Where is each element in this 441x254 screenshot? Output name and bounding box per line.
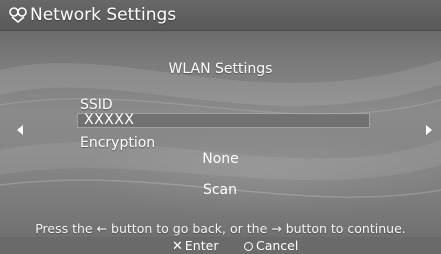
ssid-value: XXXXX [84,112,135,128]
section-heading: WLAN Settings [168,61,273,77]
cancel-button[interactable]: Cancel [244,237,298,254]
page-title: Network Settings [30,5,177,25]
scan-button[interactable]: Scan [180,180,260,200]
arrow-right-icon[interactable] [425,125,433,135]
enter-button[interactable]: ✕ Enter [172,237,218,254]
arrow-left-icon[interactable] [16,125,24,135]
cross-button-icon: ✕ [172,239,183,254]
cancel-label: Cancel [256,238,299,253]
navigation-hint: Press the ← button to go back, or the → … [0,221,441,237]
psp-screen: Network Settings WLAN Settings SSID XXXX… [0,0,441,254]
enter-label: Enter [184,238,219,253]
hint-middle: button to go back, or the [107,221,272,236]
title-bar: Network Settings [0,0,441,31]
circle-button-icon [244,241,253,251]
button-guide-bar: ✕ Enter Cancel [0,237,441,254]
back-arrow-icon: ← [96,221,108,236]
hint-suffix: button to continue. [281,221,406,236]
encryption-value[interactable]: None [0,150,441,168]
hint-prefix: Press the [35,221,97,236]
ssid-field[interactable]: XXXXX [77,112,370,128]
forward-arrow-icon: → [271,221,282,236]
network-settings-icon [9,7,27,23]
